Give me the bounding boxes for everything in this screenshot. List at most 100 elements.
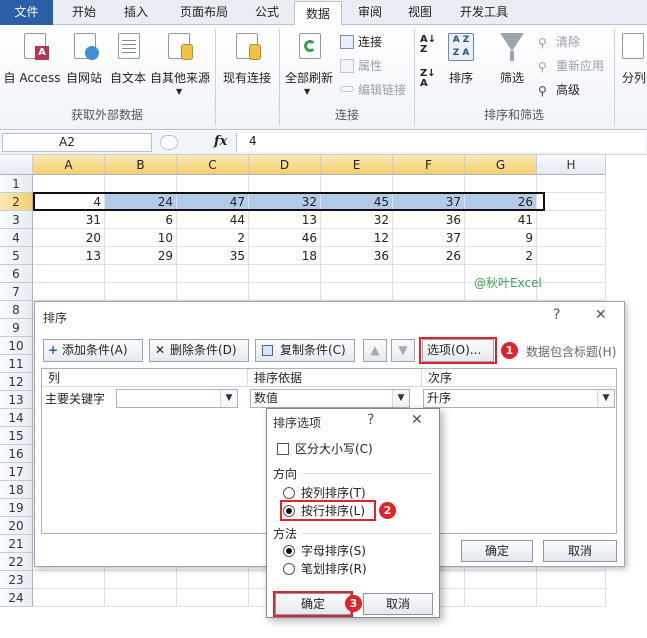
tab-home[interactable]: 开始: [60, 0, 108, 25]
cell[interactable]: 10: [105, 229, 177, 247]
clear-filter-button[interactable]: ⚲ 清除: [538, 33, 580, 51]
row-header-24[interactable]: 24: [0, 589, 33, 607]
row-header-8[interactable]: 8: [0, 301, 33, 319]
cell[interactable]: [321, 283, 393, 301]
cell[interactable]: [33, 283, 105, 301]
cell[interactable]: 4: [33, 193, 105, 211]
cell[interactable]: 37: [393, 229, 465, 247]
row-header-4[interactable]: 4: [0, 229, 33, 247]
cell[interactable]: [321, 175, 393, 193]
cell[interactable]: [105, 283, 177, 301]
cell[interactable]: 36: [393, 211, 465, 229]
sort-on-select[interactable]: 数值 ▼: [250, 389, 410, 408]
help-button[interactable]: ?: [553, 307, 560, 323]
filter-button[interactable]: 筛选: [494, 29, 530, 105]
sort-button[interactable]: A ZZ A 排序: [444, 29, 478, 105]
sort-top-to-bottom-radio[interactable]: 按列排序(T): [283, 485, 366, 501]
cell[interactable]: [33, 571, 105, 589]
row-header-10[interactable]: 10: [0, 337, 33, 355]
cell[interactable]: 35: [177, 247, 249, 265]
tab-developer[interactable]: 开发工具: [450, 0, 518, 25]
delete-level-button[interactable]: ✕ 删除条件(D): [149, 339, 249, 362]
formula-input[interactable]: 4: [236, 133, 645, 152]
cell[interactable]: [249, 265, 321, 283]
row-header-2[interactable]: 2: [0, 193, 33, 211]
row-header-1[interactable]: 1: [0, 175, 33, 193]
cell[interactable]: [33, 589, 105, 607]
add-level-button[interactable]: + 添加条件(A): [43, 339, 143, 362]
cell[interactable]: [537, 571, 606, 589]
sort-z-to-a-icon[interactable]: Z↓ A: [420, 69, 440, 89]
cell[interactable]: 13: [249, 211, 321, 229]
case-sensitive-checkbox[interactable]: 区分大小写(C): [277, 441, 373, 457]
column-header-e[interactable]: E: [321, 155, 393, 175]
row-header-23[interactable]: 23: [0, 571, 33, 589]
cell[interactable]: [177, 283, 249, 301]
tab-view[interactable]: 视图: [398, 0, 442, 25]
tab-insert[interactable]: 插入: [112, 0, 160, 25]
formula-bar-splitter[interactable]: [160, 135, 178, 150]
row-header-7[interactable]: 7: [0, 283, 33, 301]
cell[interactable]: [249, 175, 321, 193]
close-button[interactable]: ✕: [595, 307, 607, 323]
cell[interactable]: [537, 283, 606, 301]
stroke-sort-radio[interactable]: 笔划排序(R): [283, 561, 367, 577]
cell[interactable]: 12: [321, 229, 393, 247]
cell[interactable]: 18: [249, 247, 321, 265]
existing-connections-button[interactable]: 现有连接: [218, 29, 276, 105]
cell[interactable]: [177, 175, 249, 193]
cell[interactable]: [465, 175, 537, 193]
cell[interactable]: 29: [105, 247, 177, 265]
cell[interactable]: 6: [105, 211, 177, 229]
from-other-sources-button[interactable]: 自其他来源 ▼: [148, 29, 212, 105]
row-header-22[interactable]: 22: [0, 553, 33, 571]
letter-sort-radio[interactable]: 字母排序(S): [283, 543, 366, 559]
header-row-checkbox-label[interactable]: 数据包含标题(H): [526, 343, 616, 360]
cell[interactable]: [465, 571, 537, 589]
name-box[interactable]: A2: [2, 133, 152, 152]
cell[interactable]: [465, 589, 537, 607]
properties-button[interactable]: 属性: [340, 57, 382, 75]
close-button[interactable]: ✕: [411, 412, 423, 428]
move-up-button[interactable]: ▲: [363, 339, 387, 362]
cell[interactable]: [249, 283, 321, 301]
ok-button[interactable]: 确定: [461, 540, 533, 562]
cell[interactable]: [393, 265, 465, 283]
cell[interactable]: [537, 229, 606, 247]
text-to-columns-button[interactable]: 分列: [618, 29, 647, 105]
row-header-11[interactable]: 11: [0, 355, 33, 373]
tab-review[interactable]: 审阅: [348, 0, 392, 25]
cell[interactable]: 47: [177, 193, 249, 211]
column-header-h[interactable]: H: [537, 155, 606, 175]
column-header-b[interactable]: B: [105, 155, 177, 175]
sort-key-select[interactable]: ▼: [116, 389, 238, 408]
row-header-6[interactable]: 6: [0, 265, 33, 283]
cell[interactable]: [105, 589, 177, 607]
column-header-f[interactable]: F: [393, 155, 465, 175]
cancel-button[interactable]: 取消: [543, 540, 617, 562]
order-select[interactable]: 升序 ▼: [423, 389, 615, 408]
cell[interactable]: 32: [249, 193, 321, 211]
from-text-button[interactable]: 自文本: [106, 29, 150, 105]
connections-button[interactable]: 连接: [340, 33, 382, 51]
cell[interactable]: [105, 175, 177, 193]
row-header-14[interactable]: 14: [0, 409, 33, 427]
from-access-button[interactable]: A 自 Access: [2, 29, 62, 105]
help-button[interactable]: ?: [367, 412, 374, 428]
cell[interactable]: 37: [393, 193, 465, 211]
cell[interactable]: 20: [33, 229, 105, 247]
cell[interactable]: 13: [33, 247, 105, 265]
row-header-21[interactable]: 21: [0, 535, 33, 553]
insert-function-icon[interactable]: fx: [214, 134, 227, 149]
cell[interactable]: 26: [393, 247, 465, 265]
tab-data[interactable]: 数据: [294, 1, 342, 26]
row-header-15[interactable]: 15: [0, 427, 33, 445]
tab-formulas[interactable]: 公式: [246, 0, 288, 25]
from-web-button[interactable]: 自网站: [62, 29, 106, 105]
cell[interactable]: [105, 265, 177, 283]
row-header-19[interactable]: 19: [0, 499, 33, 517]
row-header-12[interactable]: 12: [0, 373, 33, 391]
row-header-20[interactable]: 20: [0, 517, 33, 535]
row-header-16[interactable]: 16: [0, 445, 33, 463]
cell[interactable]: [321, 265, 393, 283]
